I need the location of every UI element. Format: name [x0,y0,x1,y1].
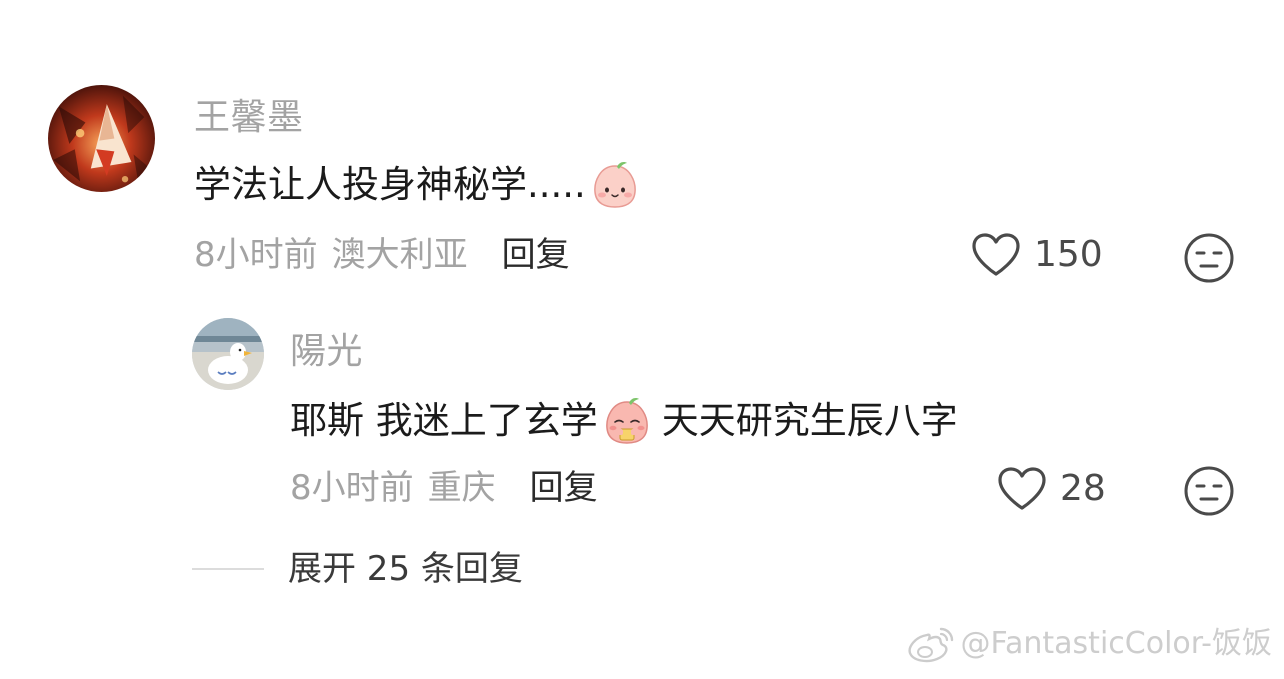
reply-button[interactable]: 回复 [502,235,570,275]
watermark: @FantasticColor-饭饭 [905,623,1273,665]
comment-meta: 8小时前 澳大利亚 回复 [194,235,570,275]
dislike-button[interactable] [1183,232,1235,284]
comment-text-body: 学法让人投身神秘学..... [194,163,586,206]
watermark-text: @FantasticColor-饭饭 [960,626,1273,661]
reply-username[interactable]: 陽光 [290,332,363,372]
expand-replies-label: 展开 25 条回复 [288,549,523,589]
weibo-logo-icon [907,627,953,663]
like-button[interactable]: 28 [996,466,1106,512]
like-count: 28 [1060,468,1106,509]
reply-meta: 8小时前 重庆 回复 [290,468,598,508]
reply-button[interactable]: 回复 [530,468,598,508]
neutral-face-icon [1184,233,1234,283]
reply-text-after: 天天研究生辰八字 [661,399,958,442]
reply-text: 耶斯 我迷上了玄学 天天研究生辰八字 [290,396,958,446]
like-count: 150 [1034,234,1103,275]
neutral-face-icon [1184,466,1234,516]
expand-replies-button[interactable]: 展开 25 条回复 [192,549,523,589]
reply-location: 重庆 [427,468,496,508]
blush-face-emoji [590,160,640,210]
reply-time: 8小时前 [290,468,414,508]
expand-divider [192,568,264,570]
heart-icon [998,467,1046,510]
heart-icon [972,233,1020,276]
avatar-image [48,85,155,192]
avatar-wangxinmo[interactable] [48,85,155,192]
comment-time: 8小时前 [194,235,318,275]
drinking-face-emoji [602,396,652,446]
comment-location: 澳大利亚 [331,235,468,275]
comment-text: 学法让人投身神秘学..... [194,160,644,210]
comment-username[interactable]: 王馨墨 [194,98,304,138]
avatar-image [192,318,264,390]
like-button[interactable]: 150 [970,232,1103,278]
dislike-button[interactable] [1183,465,1235,517]
reply-text-before: 耶斯 我迷上了玄学 [290,399,598,442]
avatar-yangguang[interactable] [192,318,264,390]
